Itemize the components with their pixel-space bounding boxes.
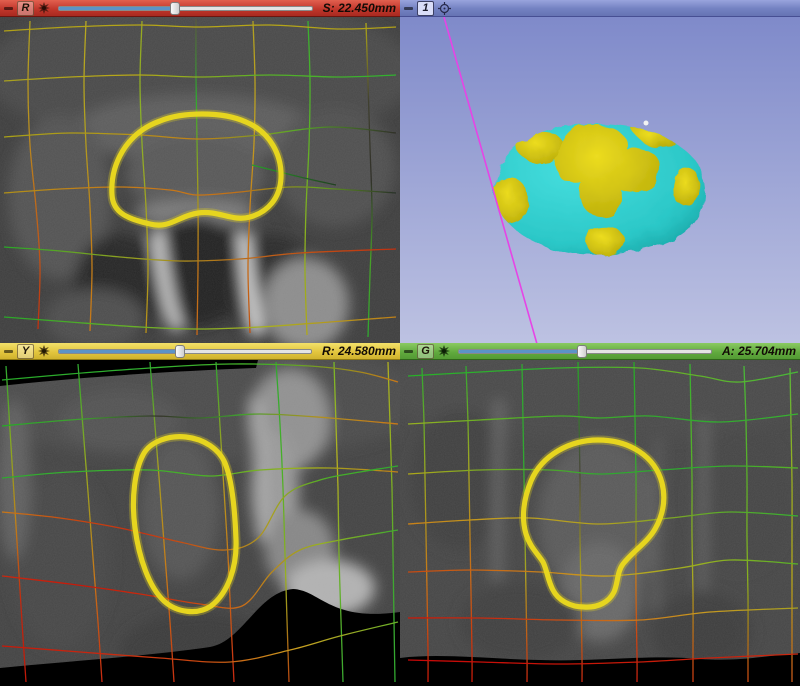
red-slice-controller-bar: R S: 22.450mm: [0, 0, 400, 17]
slice-offset-slider[interactable]: [58, 345, 312, 358]
slider-handle[interactable]: [175, 345, 185, 358]
slice-offset-readout: R: 24.580mm: [322, 344, 396, 358]
crosshair-icon[interactable]: [438, 2, 451, 15]
green-slice-controller-bar: G A: 25.704mm: [400, 343, 800, 360]
red-view-label-badge[interactable]: R: [17, 1, 34, 16]
slider-fill: [459, 350, 582, 353]
threed-controller-bar: 1: [400, 0, 800, 17]
collapse-controller-icon[interactable]: [4, 7, 13, 10]
green-slice-viewport[interactable]: [400, 360, 800, 686]
threed-view-label-badge[interactable]: 1: [417, 1, 434, 16]
slider-track[interactable]: [58, 6, 313, 11]
green-slice-pane: G A: 25.704mm: [400, 343, 800, 686]
slice-offset-slider[interactable]: [58, 2, 313, 15]
yellow-view-label-badge[interactable]: Y: [17, 344, 34, 359]
slider-fill: [59, 350, 180, 353]
slider-handle[interactable]: [577, 345, 587, 358]
pushpin-icon[interactable]: [38, 2, 50, 14]
collapse-controller-icon[interactable]: [404, 350, 413, 353]
threed-view-pane: 1: [400, 0, 800, 343]
mpr-viewer-window: R S: 22.450mm 1: [0, 0, 800, 686]
slider-fill: [59, 7, 175, 10]
slice-offset-readout: A: 25.704mm: [722, 344, 796, 358]
yellow-slice-pane: Y R: 24.580mm: [0, 343, 400, 686]
slice-offset-slider[interactable]: [458, 345, 712, 358]
red-slice-pane: R S: 22.450mm: [0, 0, 400, 343]
pushpin-icon[interactable]: [438, 345, 450, 357]
red-slice-viewport[interactable]: [0, 17, 400, 343]
threed-viewport[interactable]: [400, 17, 800, 343]
collapse-controller-icon[interactable]: [4, 350, 13, 353]
pushpin-icon[interactable]: [38, 345, 50, 357]
green-view-label-badge[interactable]: G: [417, 344, 434, 359]
collapse-controller-icon[interactable]: [404, 7, 413, 10]
slider-handle[interactable]: [170, 2, 180, 15]
slider-track[interactable]: [58, 349, 312, 354]
yellow-slice-viewport[interactable]: [0, 360, 400, 686]
slice-offset-readout: S: 22.450mm: [323, 1, 396, 15]
yellow-slice-controller-bar: Y R: 24.580mm: [0, 343, 400, 360]
